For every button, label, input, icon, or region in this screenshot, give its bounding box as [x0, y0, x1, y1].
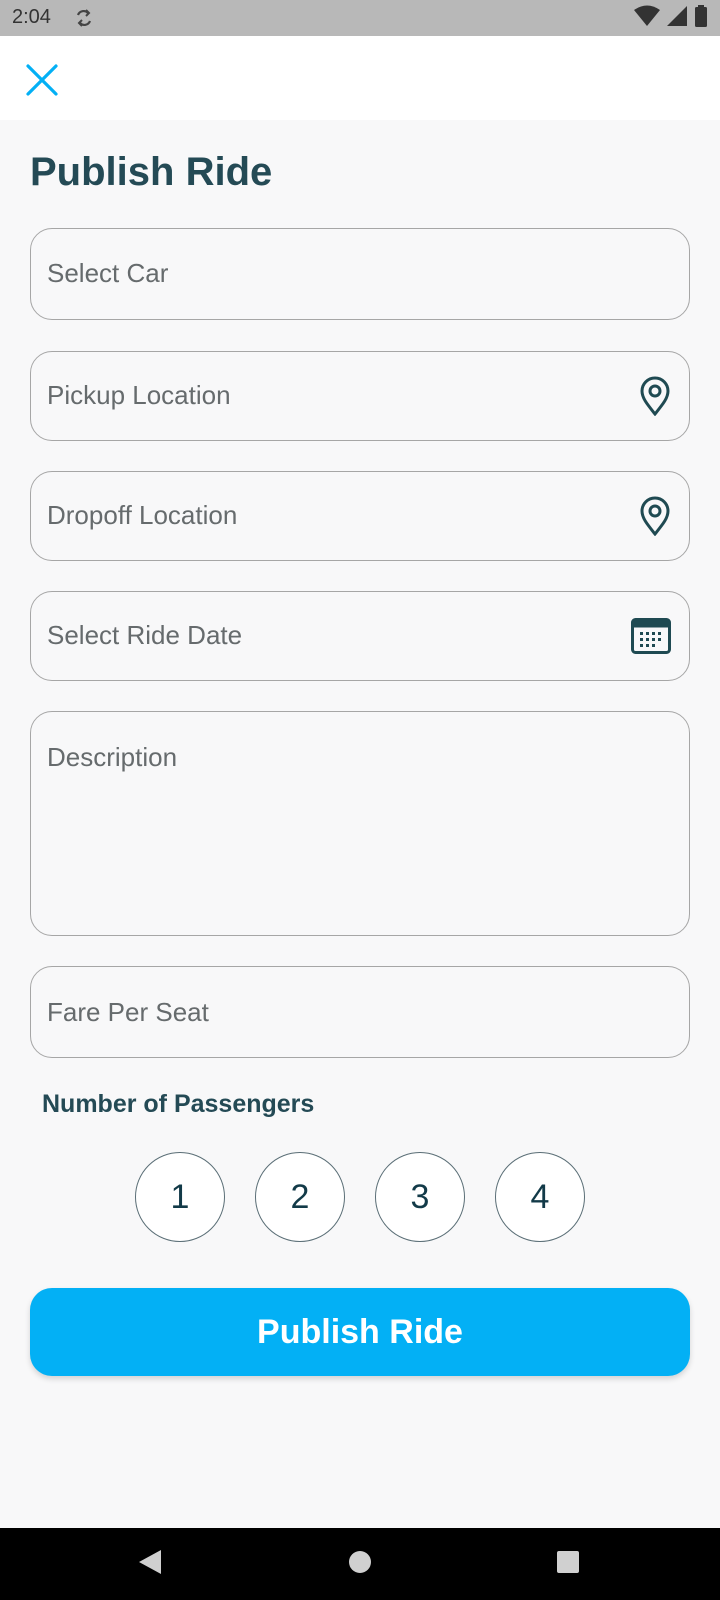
description-placeholder: Description: [47, 742, 178, 772]
pickup-location-field[interactable]: Pickup Location: [30, 351, 690, 441]
passenger-option-2[interactable]: 2: [255, 1152, 345, 1242]
ride-date-placeholder: Select Ride Date: [47, 620, 243, 650]
select-car-field[interactable]: Select Car: [30, 228, 690, 320]
status-time: 2:04: [12, 6, 51, 28]
pickup-location-placeholder: Pickup Location: [47, 380, 231, 410]
location-pin-icon[interactable]: [639, 496, 671, 541]
back-triangle-icon: [137, 1548, 163, 1581]
home-circle-icon: [348, 1550, 372, 1579]
passengers-label: Number of Passengers: [42, 1090, 315, 1118]
status-icons: [634, 4, 708, 32]
location-pin-icon[interactable]: [639, 376, 671, 421]
close-icon: [22, 64, 62, 104]
recents-square-icon: [556, 1550, 580, 1579]
home-button[interactable]: [342, 1546, 378, 1582]
close-button[interactable]: [22, 60, 62, 100]
select-car-placeholder: Select Car: [47, 258, 169, 288]
ride-date-field[interactable]: Select Ride Date: [30, 591, 690, 681]
fare-per-seat-field[interactable]: Fare Per Seat: [30, 966, 690, 1058]
top-bar: [0, 36, 720, 120]
dropoff-location-field[interactable]: Dropoff Location: [30, 471, 690, 561]
dropoff-location-placeholder: Dropoff Location: [47, 500, 238, 530]
recents-button[interactable]: [550, 1546, 586, 1582]
status-bar: 2:04: [0, 0, 720, 36]
wifi-icon: [634, 5, 660, 32]
publish-ride-button[interactable]: Publish Ride: [30, 1288, 690, 1376]
fare-per-seat-placeholder: Fare Per Seat: [47, 997, 209, 1027]
description-field[interactable]: Description: [30, 711, 690, 936]
calendar-icon[interactable]: [631, 618, 671, 659]
battery-icon: [694, 4, 708, 32]
signal-icon: [666, 5, 688, 32]
back-button[interactable]: [132, 1546, 168, 1582]
page-title: Publish Ride: [30, 150, 273, 194]
navigation-bar: [0, 1528, 720, 1600]
passenger-option-1[interactable]: 1: [135, 1152, 225, 1242]
passenger-option-4[interactable]: 4: [495, 1152, 585, 1242]
sync-icon: [74, 6, 94, 30]
passenger-option-3[interactable]: 3: [375, 1152, 465, 1242]
